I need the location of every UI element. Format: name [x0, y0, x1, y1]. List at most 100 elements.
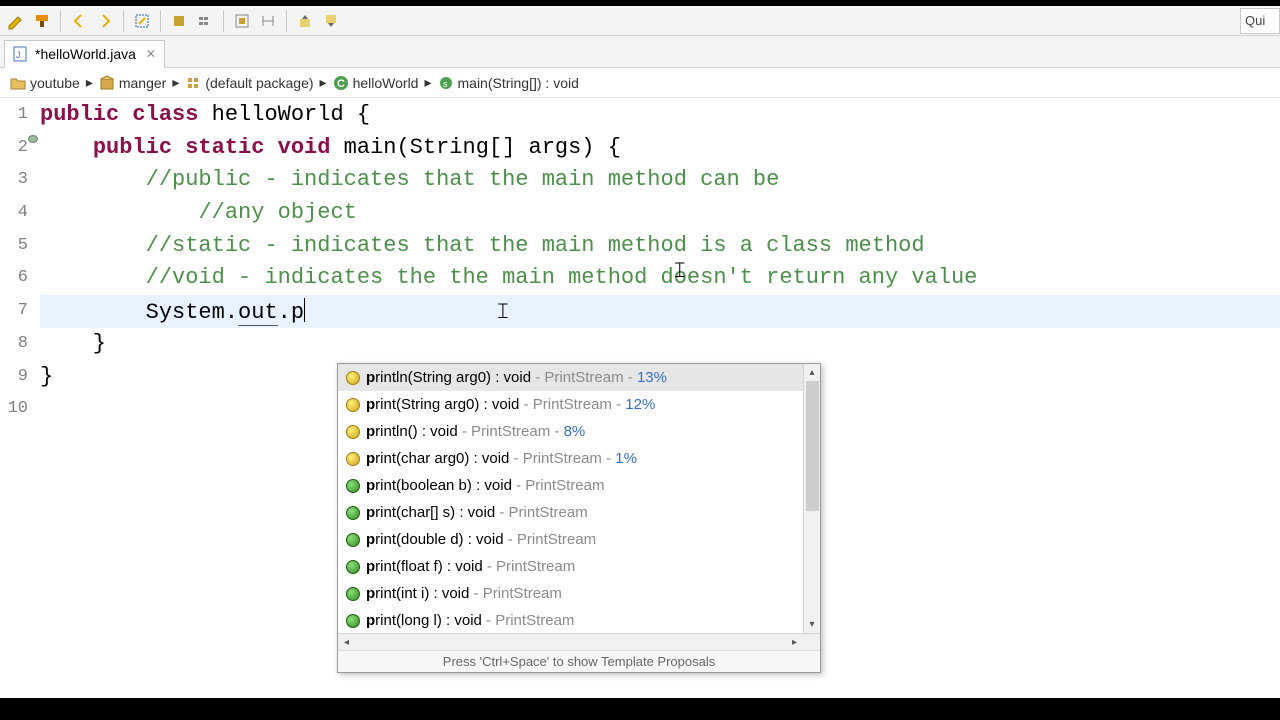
breadcrumb-item[interactable]: s main(String[]) : void	[434, 75, 583, 91]
text-caret	[304, 298, 305, 322]
show-whitespace-icon[interactable]	[258, 11, 278, 31]
method-relevance-icon	[346, 425, 360, 439]
toggle-mark-icon[interactable]	[169, 11, 189, 31]
scroll-right-icon[interactable]: ▸	[786, 634, 803, 651]
quick-access-label: Qui	[1245, 13, 1265, 28]
method-public-icon	[346, 614, 360, 628]
line-number: 6	[0, 262, 36, 295]
annotation-next-icon[interactable]	[321, 11, 341, 31]
line-number: 7	[0, 295, 36, 328]
completion-item[interactable]: print(char arg0) : void - PrintStream - …	[338, 445, 820, 472]
completion-item[interactable]: println(String arg0) : void - PrintStrea…	[338, 364, 820, 391]
toolbar-separator	[60, 10, 61, 32]
scroll-thumb[interactable]	[806, 381, 819, 511]
main-toolbar: Qui	[0, 6, 1280, 36]
popup-horizontal-scrollbar[interactable]: ◂ ▸	[338, 633, 820, 650]
content-assist-list[interactable]: println(String arg0) : void - PrintStrea…	[338, 364, 820, 633]
quick-access-field[interactable]: Qui	[1240, 8, 1280, 34]
select-icon[interactable]	[132, 11, 152, 31]
breadcrumb-item[interactable]: ChelloWorld	[329, 75, 423, 91]
toolbar-separator	[286, 10, 287, 32]
breadcrumb-label: (default package)	[205, 75, 313, 91]
breadcrumb-item[interactable]: (default package)	[181, 75, 317, 91]
annotation-prev-icon[interactable]	[295, 11, 315, 31]
completion-item[interactable]: print(double d) : void - PrintStream	[338, 526, 820, 553]
svg-text:C: C	[337, 78, 345, 90]
completion-label: print(char arg0) : void - PrintStream - …	[366, 450, 637, 467]
chevron-right-icon: ▸	[86, 74, 93, 91]
breadcrumb-label: helloWorld	[353, 75, 419, 91]
completion-item[interactable]: println() : void - PrintStream - 8%	[338, 418, 820, 445]
code-line[interactable]: public class helloWorld {	[40, 99, 1280, 132]
code-line[interactable]: System.out.p𝙸	[40, 295, 1280, 328]
toolbar-separator	[123, 10, 124, 32]
java-file-icon: J	[13, 46, 29, 62]
svg-text:J: J	[16, 50, 21, 60]
mouse-ibeam-icon: 𝙸	[672, 254, 688, 287]
scroll-down-icon[interactable]: ▾	[804, 616, 820, 633]
block-select-icon[interactable]	[232, 11, 252, 31]
toolbar-separator	[160, 10, 161, 32]
code-line[interactable]: }	[40, 328, 1280, 361]
method-public-icon	[346, 533, 360, 547]
method-public-icon	[346, 587, 360, 601]
completion-label: print(long l) : void - PrintStream	[366, 612, 574, 629]
completion-item[interactable]: print(int i) : void - PrintStream	[338, 580, 820, 607]
svg-text:s: s	[443, 79, 448, 89]
completion-label: println(String arg0) : void - PrintStrea…	[366, 369, 667, 386]
line-number-gutter: 12345678910	[0, 99, 36, 426]
completion-item[interactable]: print(char[] s) : void - PrintStream	[338, 499, 820, 526]
line-number: 4	[0, 197, 36, 230]
breadcrumb-item[interactable]: manger	[95, 75, 170, 91]
editor-tabbar: J *helloWorld.java ✕	[0, 36, 1280, 68]
method-public-icon	[346, 479, 360, 493]
close-icon[interactable]: ✕	[146, 47, 156, 61]
completion-item[interactable]: print(float f) : void - PrintStream	[338, 553, 820, 580]
scroll-up-icon[interactable]: ▴	[804, 364, 820, 381]
completion-label: print(float f) : void - PrintStream	[366, 558, 575, 575]
toggle-breadcrumb-icon[interactable]	[195, 11, 215, 31]
method-relevance-icon	[346, 371, 360, 385]
completion-label: print(boolean b) : void - PrintStream	[366, 477, 604, 494]
line-number: 1	[0, 99, 36, 132]
brush-icon[interactable]	[32, 11, 52, 31]
chevron-right-icon: ▸	[424, 74, 431, 91]
breadcrumb-label: main(String[]) : void	[458, 75, 579, 91]
method-icon: s	[438, 75, 454, 91]
line-number: 9	[0, 361, 36, 394]
completion-label: print(double d) : void - PrintStream	[366, 531, 596, 548]
breadcrumb-item[interactable]: youtube	[6, 75, 84, 91]
line-number: 3	[0, 164, 36, 197]
nav-back-icon[interactable]	[69, 11, 89, 31]
code-line[interactable]: //public - indicates that the main metho…	[40, 164, 1280, 197]
scroll-left-icon[interactable]: ◂	[338, 634, 355, 651]
project-icon	[10, 75, 26, 91]
completion-label: println() : void - PrintStream - 8%	[366, 423, 585, 440]
content-assist-popup: println(String arg0) : void - PrintStrea…	[337, 363, 821, 673]
nav-fwd-icon[interactable]	[95, 11, 115, 31]
edit-icon[interactable]	[6, 11, 26, 31]
method-public-icon	[346, 506, 360, 520]
code-line[interactable]: public static void main(String[] args) {	[40, 132, 1280, 165]
mouse-ibeam-icon: 𝙸	[495, 295, 511, 328]
code-line[interactable]: //void - indicates the the main method d…	[40, 262, 1280, 295]
code-line[interactable]: //static - indicates that the main metho…	[40, 230, 1280, 263]
completion-label: print(String arg0) : void - PrintStream …	[366, 396, 655, 413]
class-icon: C	[333, 75, 349, 91]
method-relevance-icon	[346, 452, 360, 466]
completion-item[interactable]: print(String arg0) : void - PrintStream …	[338, 391, 820, 418]
popup-vertical-scrollbar[interactable]: ▴ ▾	[803, 364, 820, 633]
content-assist-hint: Press 'Ctrl+Space' to show Template Prop…	[338, 650, 820, 672]
override-marker-icon	[28, 135, 38, 143]
line-number: 8	[0, 328, 36, 361]
window-bottom-border	[0, 698, 1280, 720]
completion-item[interactable]: print(long l) : void - PrintStream	[338, 607, 820, 633]
editor-tab-helloworld[interactable]: J *helloWorld.java ✕	[4, 40, 165, 68]
method-public-icon	[346, 560, 360, 574]
chevron-right-icon: ▸	[320, 74, 327, 91]
toolbar-separator	[223, 10, 224, 32]
completion-label: print(int i) : void - PrintStream	[366, 585, 562, 602]
completion-item[interactable]: print(boolean b) : void - PrintStream	[338, 472, 820, 499]
code-line[interactable]: //any object	[40, 197, 1280, 230]
method-relevance-icon	[346, 398, 360, 412]
